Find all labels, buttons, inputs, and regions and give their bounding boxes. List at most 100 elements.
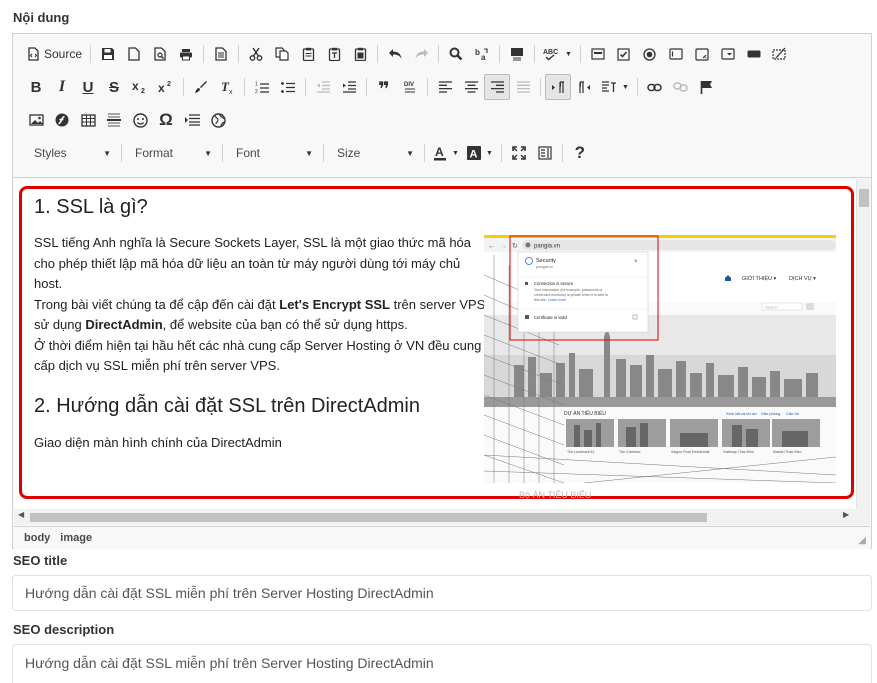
remove-format-button[interactable]: Tx (214, 74, 240, 100)
italic-button[interactable]: I (49, 74, 75, 100)
show-blocks-button[interactable] (532, 140, 558, 166)
scroll-right-icon[interactable]: ▶ (843, 510, 849, 519)
undo-icon (388, 49, 402, 59)
form-button[interactable] (585, 41, 611, 67)
hidden-field-button[interactable] (767, 41, 793, 67)
seo-description-input[interactable]: Hướng dẫn cài đặt SSL miễn phí trên Serv… (12, 644, 872, 683)
checkbox-button[interactable] (611, 41, 637, 67)
image-caption: Bộ ÁN TIÊU BIỂU (519, 490, 592, 500)
spellcheck-button[interactable]: ABC ▼ (539, 41, 576, 67)
website-screenshot: ← → ↻ pangia.vn GIỚI THIỆU ▾ DỊCH VỤ ▾ S… (484, 235, 836, 483)
vertical-scrollbar[interactable] (856, 179, 870, 509)
resize-handle-icon[interactable]: ◢ (858, 535, 866, 546)
form-button-button[interactable] (741, 41, 767, 67)
textarea-button[interactable] (689, 41, 715, 67)
rtl-button[interactable] (571, 74, 597, 100)
content-paragraph: SSL tiếng Anh nghĩa là Secure Sockets La… (34, 235, 486, 373)
screenshot-thumb-caption: The Landmark 81 (567, 450, 594, 454)
copy-format-button[interactable] (188, 74, 214, 100)
page-break-button[interactable] (179, 107, 205, 133)
iframe-button[interactable] (205, 107, 231, 133)
redo-button[interactable] (408, 41, 434, 67)
styles-dropdown[interactable]: Styles ▼ (25, 140, 117, 166)
scissors-icon (249, 47, 263, 61)
align-center-button[interactable] (458, 74, 484, 100)
toolbar-separator (183, 78, 184, 96)
paste-word-button[interactable] (347, 41, 373, 67)
underline-button[interactable]: U (75, 74, 101, 100)
paste-button[interactable] (295, 41, 321, 67)
chevron-down-icon: ▼ (452, 149, 459, 157)
radio-button[interactable] (637, 41, 663, 67)
toolbar-row-2: B I U S x2 x2 Tx 12 ❞ DIV ▼ (23, 72, 720, 102)
save-button[interactable] (95, 41, 121, 67)
source-icon (28, 47, 39, 61)
path-item-body[interactable]: body (24, 532, 50, 544)
select-button[interactable] (715, 41, 741, 67)
ltr-button[interactable] (545, 74, 571, 100)
numbered-list-button[interactable]: 12 (249, 74, 275, 100)
maximize-button[interactable] (506, 140, 532, 166)
path-item-image[interactable]: image (60, 532, 92, 544)
horizontal-scrollbar[interactable]: ◀ ▶ (14, 509, 870, 525)
bg-color-button[interactable]: A ▼ (463, 140, 497, 166)
editor-content[interactable]: 1. SSL là gì? SSL tiếng Anh nghĩa là Sec… (14, 179, 870, 509)
copy-button[interactable] (269, 41, 295, 67)
vertical-scroll-thumb[interactable] (859, 189, 869, 207)
link-button[interactable] (642, 74, 668, 100)
paste-text-button[interactable] (321, 41, 347, 67)
scroll-left-icon[interactable]: ◀ (18, 510, 24, 519)
size-dropdown[interactable]: Size ▼ (328, 140, 420, 166)
horizontal-rule-button[interactable] (101, 107, 127, 133)
embedded-screenshot-image[interactable]: ← → ↻ pangia.vn GIỚI THIỆU ▾ DỊCH VỤ ▾ S… (484, 235, 836, 483)
special-char-button[interactable]: Ω (153, 107, 179, 133)
align-right-button[interactable] (484, 74, 510, 100)
unlink-button[interactable] (668, 74, 694, 100)
screenshot-thumb-caption: Saigon Pearl Residential (671, 450, 710, 454)
anchor-button[interactable] (694, 74, 720, 100)
about-button[interactable]: ? (567, 140, 593, 166)
outdent-button[interactable] (310, 74, 336, 100)
image-button[interactable] (23, 107, 49, 133)
source-button[interactable]: Source (23, 41, 86, 67)
svg-text:A: A (469, 149, 477, 161)
screenshot-more-link-2: Văn phòng (761, 411, 780, 416)
bold-button[interactable]: B (23, 74, 49, 100)
form-icon (591, 48, 605, 60)
find-button[interactable] (443, 41, 469, 67)
select-all-button[interactable] (504, 41, 530, 67)
element-path-bar: body image ◢ (14, 526, 870, 549)
subscript-button[interactable]: x2 (127, 74, 153, 100)
smiley-button[interactable] (127, 107, 153, 133)
font-dropdown[interactable]: Font ▼ (227, 140, 319, 166)
copy-icon (275, 47, 289, 61)
horizontal-scroll-thumb[interactable] (30, 513, 707, 522)
toolbar-separator (121, 144, 122, 162)
div-button[interactable]: DIV (397, 74, 423, 100)
justify-button[interactable] (510, 74, 536, 100)
table-button[interactable] (75, 107, 101, 133)
textfield-button[interactable] (663, 41, 689, 67)
new-page-button[interactable] (121, 41, 147, 67)
language-button[interactable]: ▼ (597, 74, 633, 100)
templates-button[interactable] (208, 41, 234, 67)
replace-button[interactable]: ba (469, 41, 495, 67)
content-label: Nội dung (13, 10, 70, 25)
indent-button[interactable] (336, 74, 362, 100)
align-left-button[interactable] (432, 74, 458, 100)
strike-button[interactable]: S (101, 74, 127, 100)
flash-button[interactable] (49, 107, 75, 133)
seo-title-input[interactable]: Hướng dẫn cài đặt SSL miễn phí trên Serv… (12, 575, 872, 611)
toolbar-separator (377, 45, 379, 63)
print-button[interactable] (173, 41, 199, 67)
blockquote-button[interactable]: ❞ (371, 74, 397, 100)
cut-button[interactable] (243, 41, 269, 67)
preview-button[interactable] (147, 41, 173, 67)
undo-button[interactable] (382, 41, 408, 67)
superscript-button[interactable]: x2 (153, 74, 179, 100)
svg-text:→: → (500, 243, 507, 250)
help-icon: ? (574, 143, 586, 162)
bulleted-list-button[interactable] (275, 74, 301, 100)
format-dropdown[interactable]: Format ▼ (126, 140, 218, 166)
text-color-button[interactable]: A ▼ (429, 140, 463, 166)
